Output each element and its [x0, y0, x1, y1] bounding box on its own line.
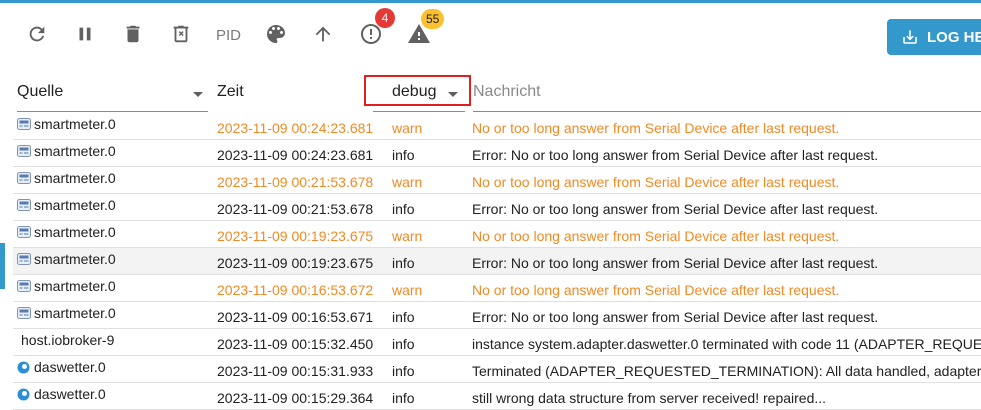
row-level: info [392, 309, 415, 325]
row-source: smartmeter.0 [17, 305, 116, 321]
smartmeter-adapter-icon [17, 145, 32, 157]
warnings-count-badge: 55 [421, 9, 445, 29]
source-filter-select[interactable]: Quelle [17, 67, 208, 112]
table-row[interactable]: daswetter.0 2023-11-09 00:15:29.364 info st… [13, 383, 981, 410]
row-source: smartmeter.0 [17, 116, 116, 132]
smartmeter-adapter-icon [17, 199, 32, 211]
table-row[interactable]: smartmeter.0 2023-11-09 00:19:23.675 warn N… [13, 221, 981, 248]
row-time: 2023-11-09 00:24:23.681 [217, 147, 374, 163]
row-source-label: smartmeter.0 [34, 143, 116, 159]
row-source: host.iobroker-9 [17, 332, 114, 348]
row-level: warn [392, 228, 423, 244]
pid-toggle-button[interactable]: PID [216, 27, 241, 44]
row-message: No or too long answer from Serial Device… [472, 120, 840, 136]
row-source-label: host.iobroker-9 [21, 332, 115, 348]
delete-icon[interactable] [119, 20, 147, 48]
row-source-label: daswetter.0 [34, 386, 106, 402]
row-time: 2023-11-09 00:16:53.671 [217, 309, 374, 325]
source-filter-label: Quelle [17, 83, 64, 100]
smartmeter-adapter-icon [17, 307, 32, 319]
row-source-label: daswetter.0 [34, 359, 106, 375]
row-message: No or too long answer from Serial Device… [472, 174, 840, 190]
table-row[interactable]: smartmeter.0 2023-11-09 00:24:23.681 info E… [13, 140, 981, 167]
row-time: 2023-11-09 00:15:32.450 [217, 336, 374, 352]
log-table-header: Quelle Zeit debug Nachricht [0, 67, 981, 113]
row-time: 2023-11-09 00:21:53.678 [217, 201, 374, 217]
row-source: smartmeter.0 [17, 197, 116, 213]
row-source-label: smartmeter.0 [34, 305, 116, 321]
refresh-icon[interactable] [23, 20, 51, 48]
row-level: info [392, 255, 415, 271]
log-table-body: smartmeter.0 2023-11-09 00:24:23.681 warn N… [13, 113, 981, 410]
row-level: warn [392, 120, 423, 136]
scroll-indicator [0, 243, 5, 289]
table-row[interactable]: smartmeter.0 2023-11-09 00:16:53.672 warn N… [13, 275, 981, 302]
row-time: 2023-11-09 00:16:53.672 [217, 282, 374, 298]
table-row[interactable]: smartmeter.0 2023-11-09 00:16:53.671 info E… [13, 302, 981, 329]
row-source: smartmeter.0 [17, 251, 116, 267]
daswetter-adapter-icon [17, 388, 32, 401]
download-icon [903, 30, 917, 44]
row-message: Error: No or too long answer from Serial… [472, 255, 879, 271]
row-message: No or too long answer from Serial Device… [472, 228, 840, 244]
smartmeter-adapter-icon [17, 172, 32, 184]
palette-icon[interactable] [262, 20, 290, 48]
row-time: 2023-11-09 00:15:29.364 [217, 390, 374, 406]
row-source: daswetter.0 [17, 386, 106, 402]
row-message: Error: No or too long answer from Serial… [472, 201, 879, 217]
row-message: instance system.adapter.daswetter.0 term… [472, 336, 981, 352]
table-row[interactable]: daswetter.0 2023-11-09 00:15:31.933 info Te… [13, 356, 981, 383]
chevron-down-icon [193, 92, 203, 97]
daswetter-adapter-icon [17, 361, 32, 374]
arrow-up-icon[interactable] [309, 20, 337, 48]
row-message: Error: No or too long answer from Serial… [472, 147, 879, 163]
row-level: info [392, 390, 415, 406]
row-source: smartmeter.0 [17, 224, 116, 240]
table-row[interactable]: host.iobroker-9 2023-11-09 00:15:32.450 in… [13, 329, 981, 356]
row-source: smartmeter.0 [17, 278, 116, 294]
row-level: warn [392, 282, 423, 298]
log-download-button[interactable]: LOG HE [887, 19, 981, 55]
row-source: smartmeter.0 [17, 170, 116, 186]
row-level: warn [392, 174, 423, 190]
row-time: 2023-11-09 00:15:31.933 [217, 363, 374, 379]
table-row[interactable]: smartmeter.0 2023-11-09 00:24:23.681 warn N… [13, 113, 981, 140]
row-source-label: smartmeter.0 [34, 116, 116, 132]
row-message: Terminated (ADAPTER_REQUESTED_TERMINATIO… [472, 363, 981, 379]
log-button-label: LOG HE [927, 28, 981, 46]
message-filter-input[interactable]: Nachricht [473, 67, 981, 112]
row-source: daswetter.0 [17, 359, 106, 375]
smartmeter-adapter-icon [17, 226, 32, 238]
smartmeter-adapter-icon [17, 280, 32, 292]
message-filter-placeholder: Nachricht [473, 83, 541, 100]
row-source: smartmeter.0 [17, 143, 116, 159]
table-row[interactable]: smartmeter.0 2023-11-09 00:19:23.675 info E… [13, 248, 981, 275]
row-message: still wrong data structure from server r… [472, 390, 827, 406]
row-source-label: smartmeter.0 [34, 278, 116, 294]
row-message: No or too long answer from Serial Device… [472, 282, 840, 298]
smartmeter-adapter-icon [17, 253, 32, 265]
row-source-label: smartmeter.0 [34, 197, 116, 213]
table-row[interactable]: smartmeter.0 2023-11-09 00:21:53.678 info E… [13, 194, 981, 221]
row-time: 2023-11-09 00:19:23.675 [217, 228, 374, 244]
delete-outline-icon[interactable] [167, 20, 195, 48]
toolbar: PID 4 55 LOG HE [0, 3, 981, 67]
row-source-label: smartmeter.0 [34, 170, 116, 186]
row-time: 2023-11-09 00:19:23.675 [217, 255, 374, 271]
highlight-annotation-box [364, 75, 471, 106]
row-source-label: smartmeter.0 [34, 224, 116, 240]
row-message: Error: No or too long answer from Serial… [472, 309, 879, 325]
row-source-label: smartmeter.0 [34, 251, 116, 267]
row-time: 2023-11-09 00:21:53.678 [217, 174, 374, 190]
row-level: info [392, 201, 415, 217]
pause-icon[interactable] [71, 20, 99, 48]
row-level: info [392, 363, 415, 379]
row-level: info [392, 147, 415, 163]
time-column-header: Zeit [217, 83, 244, 100]
errors-count-badge: 4 [375, 8, 395, 28]
row-level: info [392, 336, 415, 352]
smartmeter-adapter-icon [17, 118, 32, 130]
row-time: 2023-11-09 00:24:23.681 [217, 120, 374, 136]
table-row[interactable]: smartmeter.0 2023-11-09 00:21:53.678 warn N… [13, 167, 981, 194]
